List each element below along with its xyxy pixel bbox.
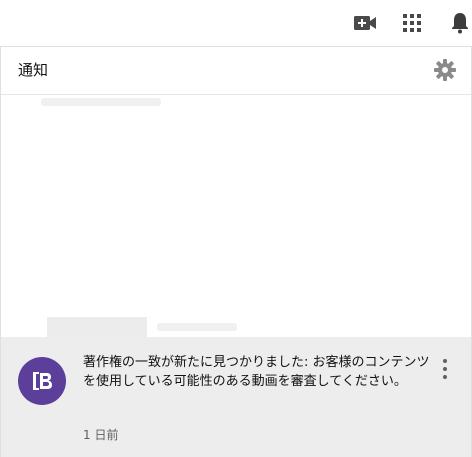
faded-thumbnail <box>47 317 147 337</box>
bell-icon[interactable] <box>448 11 472 35</box>
notification-item[interactable]: 著作権の一致が新たに見つかりました: お客様のコンテンツを使用している可能性のあ… <box>1 337 471 457</box>
video-camera-plus-icon[interactable] <box>353 11 377 35</box>
notifications-screen: 通知 著作権の一致が新たに見つかりました: お客様のコンテンツを使用している可能… <box>0 0 472 457</box>
faded-list-text <box>157 323 237 331</box>
top-bar <box>0 0 472 46</box>
panel-title: 通知 <box>18 61 49 79</box>
panel-header: 通知 <box>1 47 471 95</box>
more-vertical-icon[interactable] <box>439 359 451 379</box>
apps-grid-icon[interactable] <box>400 11 424 35</box>
channel-logo-icon <box>33 372 52 390</box>
channel-avatar <box>18 357 66 405</box>
notification-time: 1 日前 <box>83 428 119 442</box>
notification-message: 著作権の一致が新たに見つかりました: お客様のコンテンツを使用している可能性のあ… <box>83 355 430 389</box>
notifications-panel: 通知 著作権の一致が新たに見つかりました: お客様のコンテンツを使用している可能… <box>0 46 472 457</box>
gear-icon[interactable] <box>433 58 457 82</box>
faded-list-header <box>41 98 161 106</box>
